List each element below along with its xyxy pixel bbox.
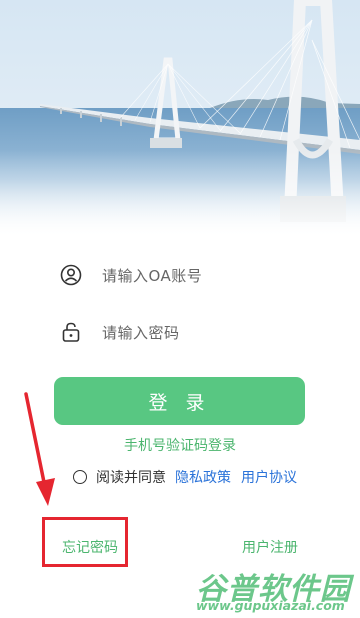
- login-page: 请输入OA账号 请输入密码 登 录 手机号验证码登录 阅读并同意 隐私政策 用户…: [0, 0, 360, 618]
- register-link[interactable]: 用户注册: [242, 537, 298, 557]
- forgot-password-link[interactable]: 忘记密码: [62, 537, 118, 557]
- watermark-url: www.gupuxiazai.com: [196, 598, 345, 613]
